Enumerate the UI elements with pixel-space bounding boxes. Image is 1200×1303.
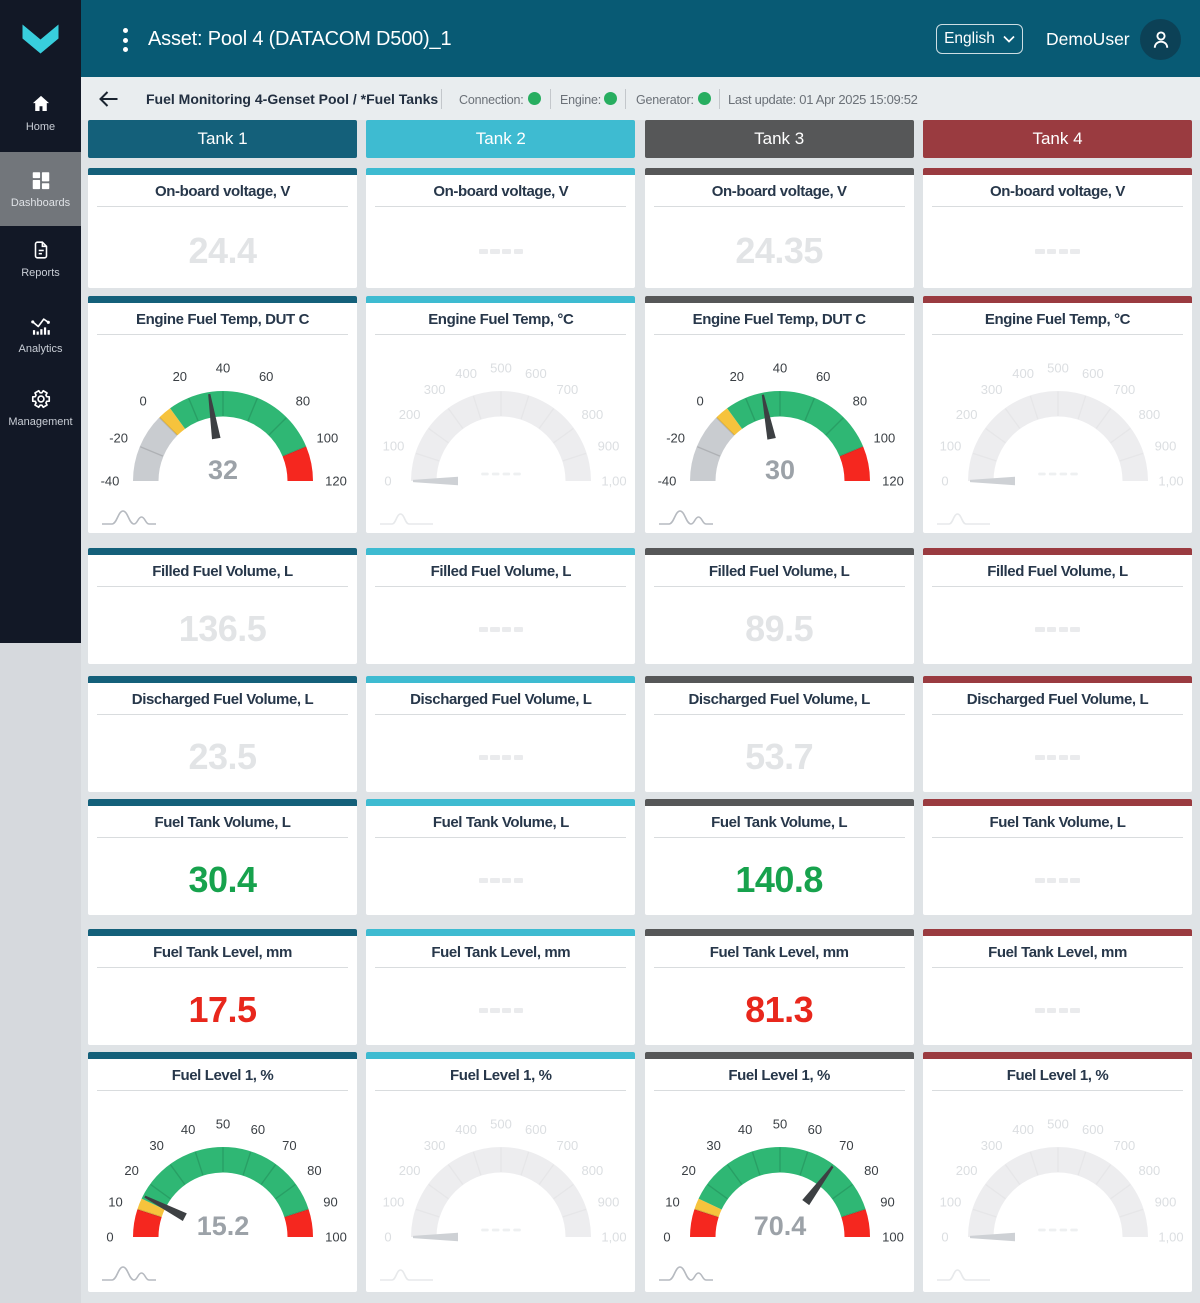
svg-text:700: 700 — [1114, 1138, 1136, 1153]
svg-text:90: 90 — [880, 1195, 894, 1210]
svg-text:400: 400 — [456, 366, 478, 381]
svg-text:500: 500 — [1047, 1117, 1069, 1132]
svg-text:80: 80 — [852, 394, 866, 409]
svg-text:60: 60 — [259, 369, 273, 384]
svg-text:600: 600 — [525, 1122, 547, 1137]
svg-text:700: 700 — [557, 1138, 579, 1153]
svg-text:100: 100 — [325, 1230, 347, 1245]
svg-text:20: 20 — [729, 369, 743, 384]
svg-text:500: 500 — [490, 1117, 512, 1132]
svg-text:-20: -20 — [109, 430, 128, 445]
svg-text:40: 40 — [181, 1122, 195, 1137]
svg-text:500: 500 — [490, 361, 512, 376]
svg-text:70: 70 — [282, 1138, 296, 1153]
svg-text:700: 700 — [1114, 382, 1136, 397]
svg-text:80: 80 — [307, 1163, 321, 1178]
svg-text:400: 400 — [456, 1122, 478, 1137]
svg-text:32: 32 — [208, 455, 238, 485]
svg-text:200: 200 — [956, 407, 978, 422]
svg-text:0: 0 — [663, 1230, 670, 1245]
svg-text:70: 70 — [839, 1138, 853, 1153]
svg-text:200: 200 — [956, 1163, 978, 1178]
svg-text:60: 60 — [251, 1122, 265, 1137]
svg-text:10: 10 — [665, 1195, 679, 1210]
svg-text:100: 100 — [940, 1195, 962, 1210]
svg-text:100: 100 — [873, 430, 895, 445]
svg-text:300: 300 — [981, 1138, 1003, 1153]
svg-text:900: 900 — [1155, 439, 1177, 454]
svg-text:0: 0 — [941, 474, 948, 489]
svg-text:900: 900 — [598, 1195, 620, 1210]
svg-text:30: 30 — [149, 1138, 163, 1153]
svg-text:30: 30 — [765, 455, 795, 485]
svg-text:100: 100 — [317, 430, 339, 445]
svg-text:1,00: 1,00 — [1158, 1230, 1183, 1245]
svg-text:300: 300 — [424, 382, 446, 397]
svg-text:60: 60 — [807, 1122, 821, 1137]
svg-text:40: 40 — [216, 361, 230, 376]
svg-text:600: 600 — [1082, 366, 1104, 381]
svg-text:300: 300 — [424, 1138, 446, 1153]
svg-text:0: 0 — [941, 1230, 948, 1245]
svg-text:1,00: 1,00 — [1158, 474, 1183, 489]
svg-text:50: 50 — [216, 1117, 230, 1132]
svg-text:40: 40 — [772, 361, 786, 376]
svg-text:80: 80 — [864, 1163, 878, 1178]
svg-text:100: 100 — [882, 1230, 904, 1245]
svg-text:120: 120 — [325, 474, 347, 489]
svg-text:600: 600 — [1082, 1122, 1104, 1137]
svg-text:20: 20 — [681, 1163, 695, 1178]
svg-text:-40: -40 — [657, 474, 676, 489]
svg-text:700: 700 — [557, 382, 579, 397]
svg-text:100: 100 — [383, 1195, 405, 1210]
svg-text:10: 10 — [108, 1195, 122, 1210]
svg-text:800: 800 — [1139, 407, 1161, 422]
svg-text:100: 100 — [383, 439, 405, 454]
svg-text:0: 0 — [385, 1230, 392, 1245]
svg-text:1,00: 1,00 — [602, 474, 627, 489]
svg-text:70.4: 70.4 — [753, 1211, 806, 1241]
svg-text:900: 900 — [598, 439, 620, 454]
svg-text:-20: -20 — [666, 430, 685, 445]
svg-text:600: 600 — [525, 366, 547, 381]
svg-text:90: 90 — [323, 1195, 337, 1210]
svg-text:300: 300 — [981, 382, 1003, 397]
svg-text:200: 200 — [399, 1163, 421, 1178]
svg-text:100: 100 — [940, 439, 962, 454]
svg-text:800: 800 — [582, 407, 604, 422]
svg-text:200: 200 — [399, 407, 421, 422]
svg-text:800: 800 — [1139, 1163, 1161, 1178]
svg-text:20: 20 — [124, 1163, 138, 1178]
svg-text:0: 0 — [106, 1230, 113, 1245]
svg-text:80: 80 — [296, 394, 310, 409]
svg-text:120: 120 — [882, 474, 904, 489]
svg-text:400: 400 — [1012, 366, 1034, 381]
svg-text:0: 0 — [696, 394, 703, 409]
svg-text:-40: -40 — [101, 474, 120, 489]
svg-text:60: 60 — [816, 369, 830, 384]
svg-text:50: 50 — [772, 1117, 786, 1132]
svg-text:0: 0 — [385, 474, 392, 489]
svg-text:40: 40 — [738, 1122, 752, 1137]
svg-text:1,00: 1,00 — [602, 1230, 627, 1245]
svg-text:15.2: 15.2 — [197, 1211, 250, 1241]
svg-text:900: 900 — [1155, 1195, 1177, 1210]
svg-text:0: 0 — [139, 394, 146, 409]
svg-text:30: 30 — [706, 1138, 720, 1153]
svg-text:800: 800 — [582, 1163, 604, 1178]
svg-text:20: 20 — [173, 369, 187, 384]
svg-text:400: 400 — [1012, 1122, 1034, 1137]
svg-text:500: 500 — [1047, 361, 1069, 376]
